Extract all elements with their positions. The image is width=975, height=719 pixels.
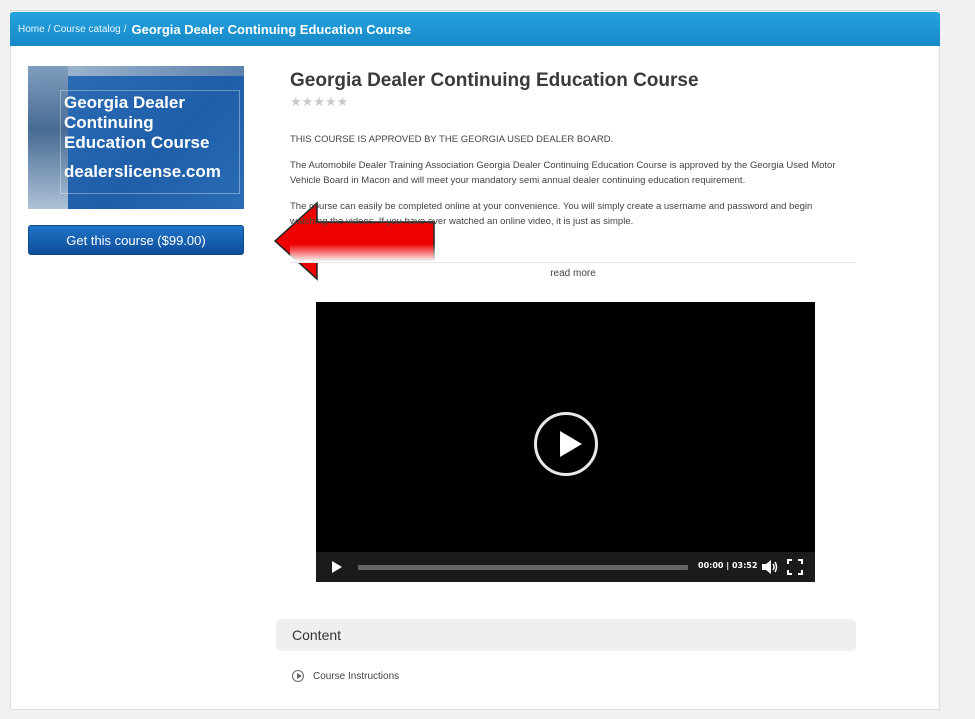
- breadcrumb-separator: /: [123, 23, 127, 35]
- get-course-button[interactable]: Get this course ($99.00): [28, 225, 244, 255]
- course-thumbnail: Georgia Dealer Continuing Education Cour…: [28, 66, 244, 209]
- content-item-label: Course Instructions: [313, 670, 400, 682]
- description-paragraph: The Automobile Dealer Training Associati…: [290, 160, 836, 186]
- video-progress-bar[interactable]: [358, 565, 688, 570]
- video-controls: 00:00 | 03:52: [316, 552, 815, 582]
- big-play-icon[interactable]: [534, 412, 598, 476]
- breadcrumb: Home / Course catalog / Georgia Dealer C…: [10, 12, 940, 46]
- description-paragraph: THIS COURSE IS APPROVED BY THE GEORGIA U…: [290, 134, 614, 145]
- thumbnail-site: dealerslicense.com: [64, 162, 221, 181]
- breadcrumb-separator: /: [47, 23, 51, 35]
- breadcrumb-current: Georgia Dealer Continuing Education Cour…: [131, 21, 412, 37]
- thumbnail-background-strip: [68, 66, 244, 76]
- content-section-header[interactable]: Content: [276, 619, 856, 651]
- description-fade: [290, 244, 856, 262]
- breadcrumb-catalog-link[interactable]: Course catalog: [53, 24, 120, 35]
- course-title: Georgia Dealer Continuing Education Cour…: [290, 70, 699, 91]
- play-circle-icon: [292, 670, 304, 682]
- course-description: THIS COURSE IS APPROVED BY THE GEORGIA U…: [290, 132, 850, 240]
- thumbnail-title: Georgia Dealer Continuing Education Cour…: [64, 93, 210, 152]
- content-item[interactable]: Course Instructions: [292, 670, 399, 682]
- read-more-link[interactable]: read more: [290, 262, 856, 284]
- video-time: 00:00 | 03:52: [698, 561, 758, 570]
- breadcrumb-home-link[interactable]: Home: [18, 24, 45, 35]
- play-icon[interactable]: [332, 561, 342, 573]
- volume-icon[interactable]: [762, 560, 778, 574]
- rating-stars: ★★★★★: [290, 94, 349, 109]
- fullscreen-icon[interactable]: [787, 559, 803, 575]
- description-paragraph: The course can easily be completed onlin…: [290, 201, 813, 227]
- video-player[interactable]: 00:00 | 03:52: [316, 302, 815, 582]
